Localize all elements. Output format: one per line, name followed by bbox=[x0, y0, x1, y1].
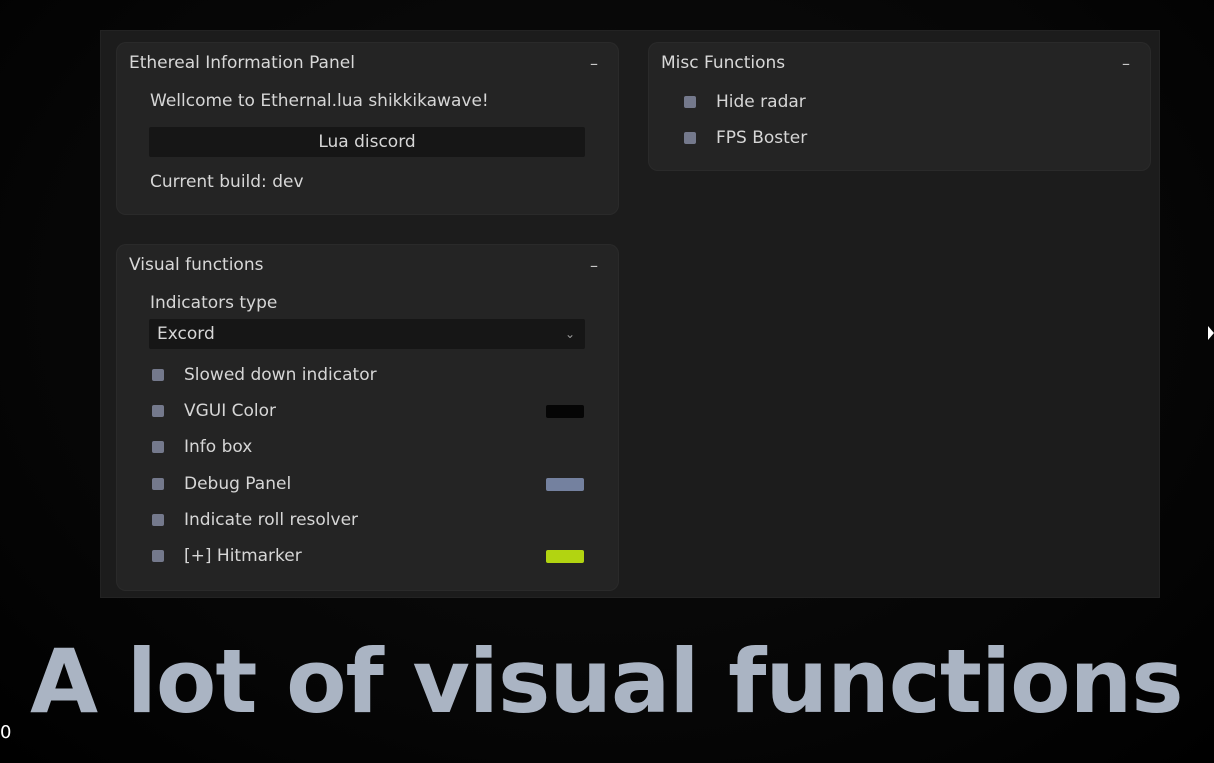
checkbox[interactable] bbox=[684, 132, 696, 144]
visual-item-label: VGUI Color bbox=[184, 401, 277, 421]
misc-item-hide-radar[interactable]: Hide radar bbox=[681, 88, 1117, 116]
info-panel-header: Ethereal Information Panel – bbox=[129, 52, 606, 74]
chevron-down-icon: ⌄ bbox=[564, 327, 575, 341]
visual-item-slowed-down[interactable]: Slowed down indicator bbox=[149, 361, 585, 389]
misc-panel-header: Misc Functions – bbox=[661, 52, 1138, 74]
corner-text: 0 bbox=[0, 722, 12, 743]
video-frame: Ethereal Information Panel – Wellcome to… bbox=[0, 0, 1214, 763]
mouse-cursor-icon bbox=[1208, 326, 1214, 340]
visual-panel-header: Visual functions – bbox=[129, 254, 606, 276]
visual-item-label: [+] Hitmarker bbox=[184, 546, 302, 566]
misc-panel-title: Misc Functions bbox=[661, 53, 786, 73]
color-picker-swatch[interactable] bbox=[546, 477, 584, 491]
info-panel-title: Ethereal Information Panel bbox=[129, 53, 355, 73]
misc-panel: Misc Functions – Hide radar FPS Boster bbox=[648, 42, 1151, 171]
welcome-text: Wellcome to Ethernal.lua shikkikawave! bbox=[150, 91, 489, 111]
checkbox[interactable] bbox=[684, 96, 696, 108]
visual-item-hitmarker[interactable]: [+] Hitmarker bbox=[149, 542, 585, 570]
misc-item-label: FPS Boster bbox=[716, 128, 808, 148]
checkbox[interactable] bbox=[152, 514, 164, 526]
color-picker-swatch[interactable] bbox=[546, 404, 584, 418]
checkbox[interactable] bbox=[152, 550, 164, 562]
visual-item-vgui-color[interactable]: VGUI Color bbox=[149, 397, 585, 425]
indicators-type-select[interactable]: Excord ⌄ bbox=[149, 319, 585, 349]
indicators-type-label: Indicators type bbox=[150, 293, 278, 313]
visual-item-roll-resolver[interactable]: Indicate roll resolver bbox=[149, 506, 585, 534]
color-picker-swatch[interactable] bbox=[546, 549, 584, 563]
checkbox[interactable] bbox=[152, 369, 164, 381]
visual-panel: Visual functions – Indicators type Excor… bbox=[116, 244, 619, 591]
visual-item-label: Debug Panel bbox=[184, 474, 292, 494]
checkbox[interactable] bbox=[152, 441, 164, 453]
visual-item-info-box[interactable]: Info box bbox=[149, 433, 585, 461]
misc-item-label: Hide radar bbox=[716, 92, 806, 112]
checkbox[interactable] bbox=[152, 405, 164, 417]
collapse-button[interactable]: – bbox=[1114, 54, 1138, 73]
indicators-type-value: Excord bbox=[157, 324, 215, 344]
lua-discord-button[interactable]: Lua discord bbox=[149, 127, 585, 157]
misc-item-fps-boster[interactable]: FPS Boster bbox=[681, 124, 1117, 152]
visual-item-label: Info box bbox=[184, 437, 253, 457]
visual-item-label: Slowed down indicator bbox=[184, 365, 377, 385]
visual-item-debug-panel[interactable]: Debug Panel bbox=[149, 470, 585, 498]
visual-panel-title: Visual functions bbox=[129, 255, 264, 275]
cheat-menu-window: Ethereal Information Panel – Wellcome to… bbox=[100, 30, 1160, 598]
checkbox[interactable] bbox=[152, 478, 164, 490]
info-panel: Ethereal Information Panel – Wellcome to… bbox=[116, 42, 619, 215]
visual-item-label: Indicate roll resolver bbox=[184, 510, 359, 530]
collapse-button[interactable]: – bbox=[582, 256, 606, 275]
build-text: Current build: dev bbox=[150, 172, 304, 192]
video-caption: A lot of visual functions bbox=[30, 630, 1184, 733]
collapse-button[interactable]: – bbox=[582, 54, 606, 73]
